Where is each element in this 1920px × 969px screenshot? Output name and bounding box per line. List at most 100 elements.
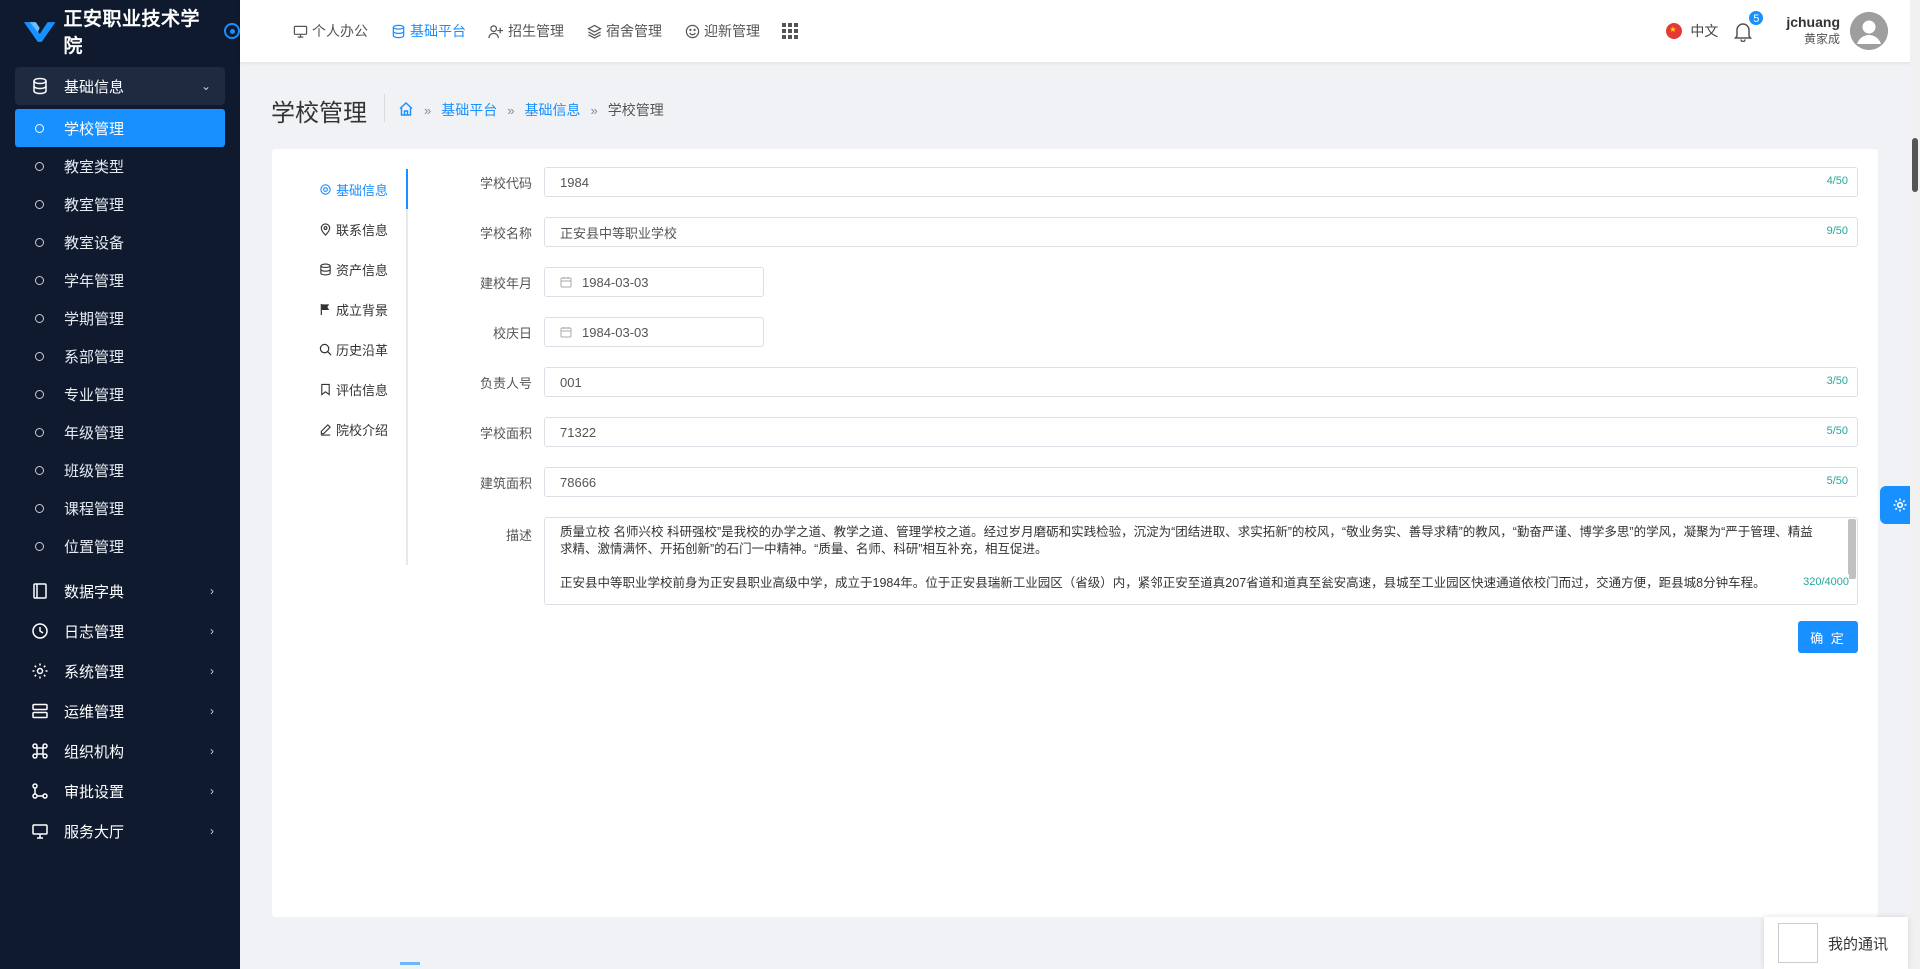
topnav-personal-office[interactable]: 个人办公 (292, 21, 368, 41)
form-row-school-name: 学校名称 正安县中等职业学校 9/50 (422, 217, 1858, 247)
sidebar-item-location[interactable]: 位置管理 (15, 527, 225, 565)
sidebar-item-semester[interactable]: 学期管理 (15, 299, 225, 337)
circle-icon (35, 427, 44, 437)
breadcrumb-item[interactable]: 基础信息 (524, 100, 580, 120)
sidebar-group-logs[interactable]: 日志管理 › (0, 611, 240, 651)
calendar-icon (560, 326, 572, 338)
sidebar-group-ops[interactable]: 运维管理 › (0, 691, 240, 731)
logo-icon (23, 22, 56, 42)
char-count: 5/50 (1826, 475, 1848, 487)
circle-icon (35, 389, 44, 399)
sidebar-item-label: 学校管理 (64, 120, 125, 138)
sidebar-item-school[interactable]: 学校管理 (15, 109, 225, 147)
sidebar-group-label: 服务大厅 (64, 823, 125, 841)
school-code-input[interactable]: 1984 4/50 (544, 167, 1858, 197)
sidebar-group-org[interactable]: 组织机构 › (0, 731, 240, 771)
top-nav: 个人办公 基础平台 招生管理 宿舍管理 迎新管理 (292, 0, 820, 62)
sidebar-item-grade[interactable]: 年级管理 (15, 413, 225, 451)
tab-label: 历史沿革 (335, 342, 388, 358)
chevron-down-icon: ⌄ (200, 79, 211, 93)
avatar[interactable] (1850, 12, 1888, 50)
circle-icon (35, 275, 44, 285)
form-actions: 确 定 (422, 621, 1858, 653)
page-title: 学校管理 (271, 100, 367, 127)
sidebar-item-classroom[interactable]: 教室管理 (15, 185, 225, 223)
user-plus-icon (488, 23, 504, 39)
monitor-icon (30, 821, 50, 841)
brand[interactable]: 正安职业技术学院 (0, 0, 240, 62)
topnav-welcome[interactable]: 迎新管理 (684, 21, 760, 41)
textarea-scrollbar[interactable] (1848, 519, 1856, 579)
form-row-leader-no: 负责人号 001 3/50 (422, 367, 1858, 397)
confirm-button[interactable]: 确 定 (1798, 621, 1858, 653)
sidebar-item-course[interactable]: 课程管理 (15, 489, 225, 527)
calendar-icon (560, 276, 572, 288)
founded-date-picker[interactable]: 1984-03-03 (544, 267, 764, 297)
brand-title: 正安职业技术学院 (63, 9, 200, 57)
chevron-right-icon: › (210, 584, 214, 598)
tab-background[interactable]: 成立背景 (312, 289, 406, 329)
tab-label: 资产信息 (335, 262, 388, 278)
sidebar-group-label: 日志管理 (64, 623, 125, 641)
flag-icon (319, 302, 333, 316)
sidebar-item-school-year[interactable]: 学年管理 (15, 261, 225, 299)
clock-icon (30, 621, 50, 641)
input-value: 78666 (560, 474, 597, 490)
sidebar-group-dictionary[interactable]: 数据字典 › (0, 571, 240, 611)
leader-no-input[interactable]: 001 3/50 (544, 367, 1858, 397)
circle-icon (35, 541, 44, 551)
building-area-input[interactable]: 78666 5/50 (544, 467, 1858, 497)
school-area-input[interactable]: 71322 5/50 (544, 417, 1858, 447)
title-divider (384, 94, 385, 122)
tab-evaluation[interactable]: 评估信息 (312, 369, 406, 409)
sidebar-item-label: 教室类型 (64, 158, 125, 176)
tab-asset-info[interactable]: 资产信息 (312, 249, 406, 289)
breadcrumb-item[interactable]: 基础平台 (441, 100, 497, 120)
description-textarea[interactable]: 质量立校 名师兴校 科研强校”是我校的办学之道、教学之道、管理学校之道。经过岁月… (544, 517, 1858, 605)
tab-contact-info[interactable]: 联系信息 (312, 209, 406, 249)
topnav-basic-platform[interactable]: 基础平台 (390, 21, 466, 41)
sidebar-item-label: 课程管理 (64, 500, 125, 518)
page-scrollbar[interactable] (1910, 0, 1920, 969)
sidebar-group-service[interactable]: 服务大厅 › (0, 811, 240, 851)
input-value: 001 (560, 374, 582, 390)
topnav-admission[interactable]: 招生管理 (488, 21, 564, 41)
home-icon[interactable] (398, 101, 414, 120)
chevron-right-icon: › (210, 704, 214, 718)
user-info[interactable]: jchuang 黄家成 (1786, 14, 1840, 48)
topnav-dormitory[interactable]: 宿舍管理 (586, 21, 662, 41)
anniversary-date-picker[interactable]: 1984-03-03 (544, 317, 764, 347)
tab-basic-info[interactable]: 基础信息 (312, 169, 408, 209)
sidebar-item-department[interactable]: 系部管理 (15, 337, 225, 375)
sidebar-item-major[interactable]: 专业管理 (15, 375, 225, 413)
sidebar-group-basic-info[interactable]: 基础信息 ⌄ (15, 67, 225, 105)
sidebar-item-classroom-equipment[interactable]: 教室设备 (15, 223, 225, 261)
database-icon (390, 23, 406, 39)
language-switcher[interactable]: 中文 (1666, 21, 1718, 41)
bookmark-icon (319, 382, 333, 396)
chevron-right-icon: › (210, 824, 214, 838)
breadcrumb-separator-icon: » (590, 102, 598, 118)
sidebar-item-classroom-type[interactable]: 教室类型 (15, 147, 225, 185)
scrollbar-thumb[interactable] (1912, 138, 1918, 192)
sidebar-group-approval[interactable]: 审批设置 › (0, 771, 240, 811)
field-label: 校庆日 (492, 325, 532, 341)
form-row-building-area: 建筑面积 78666 5/50 (422, 467, 1858, 497)
layers-icon (586, 23, 602, 39)
input-value: 1984-03-03 (582, 324, 649, 340)
apps-grid-button[interactable] (782, 23, 798, 39)
field-label: 学校名称 (479, 225, 532, 241)
contacts-widget[interactable]: 我的通讯 (1764, 917, 1908, 969)
notification-button[interactable]: 5 (1732, 10, 1765, 43)
tab-introduction[interactable]: 院校介绍 (312, 409, 406, 449)
target-icon[interactable] (224, 23, 240, 39)
language-label: 中文 (1690, 23, 1719, 39)
tab-history[interactable]: 历史沿革 (312, 329, 406, 369)
school-name-input[interactable]: 正安县中等职业学校 9/50 (544, 217, 1858, 247)
sidebar-item-label: 年级管理 (64, 424, 125, 442)
sidebar-group-system[interactable]: 系统管理 › (0, 651, 240, 691)
tab-label: 联系信息 (335, 222, 388, 238)
circle-icon (35, 161, 44, 171)
input-value: 正安县中等职业学校 (560, 225, 678, 241)
sidebar-item-class[interactable]: 班级管理 (15, 451, 225, 489)
